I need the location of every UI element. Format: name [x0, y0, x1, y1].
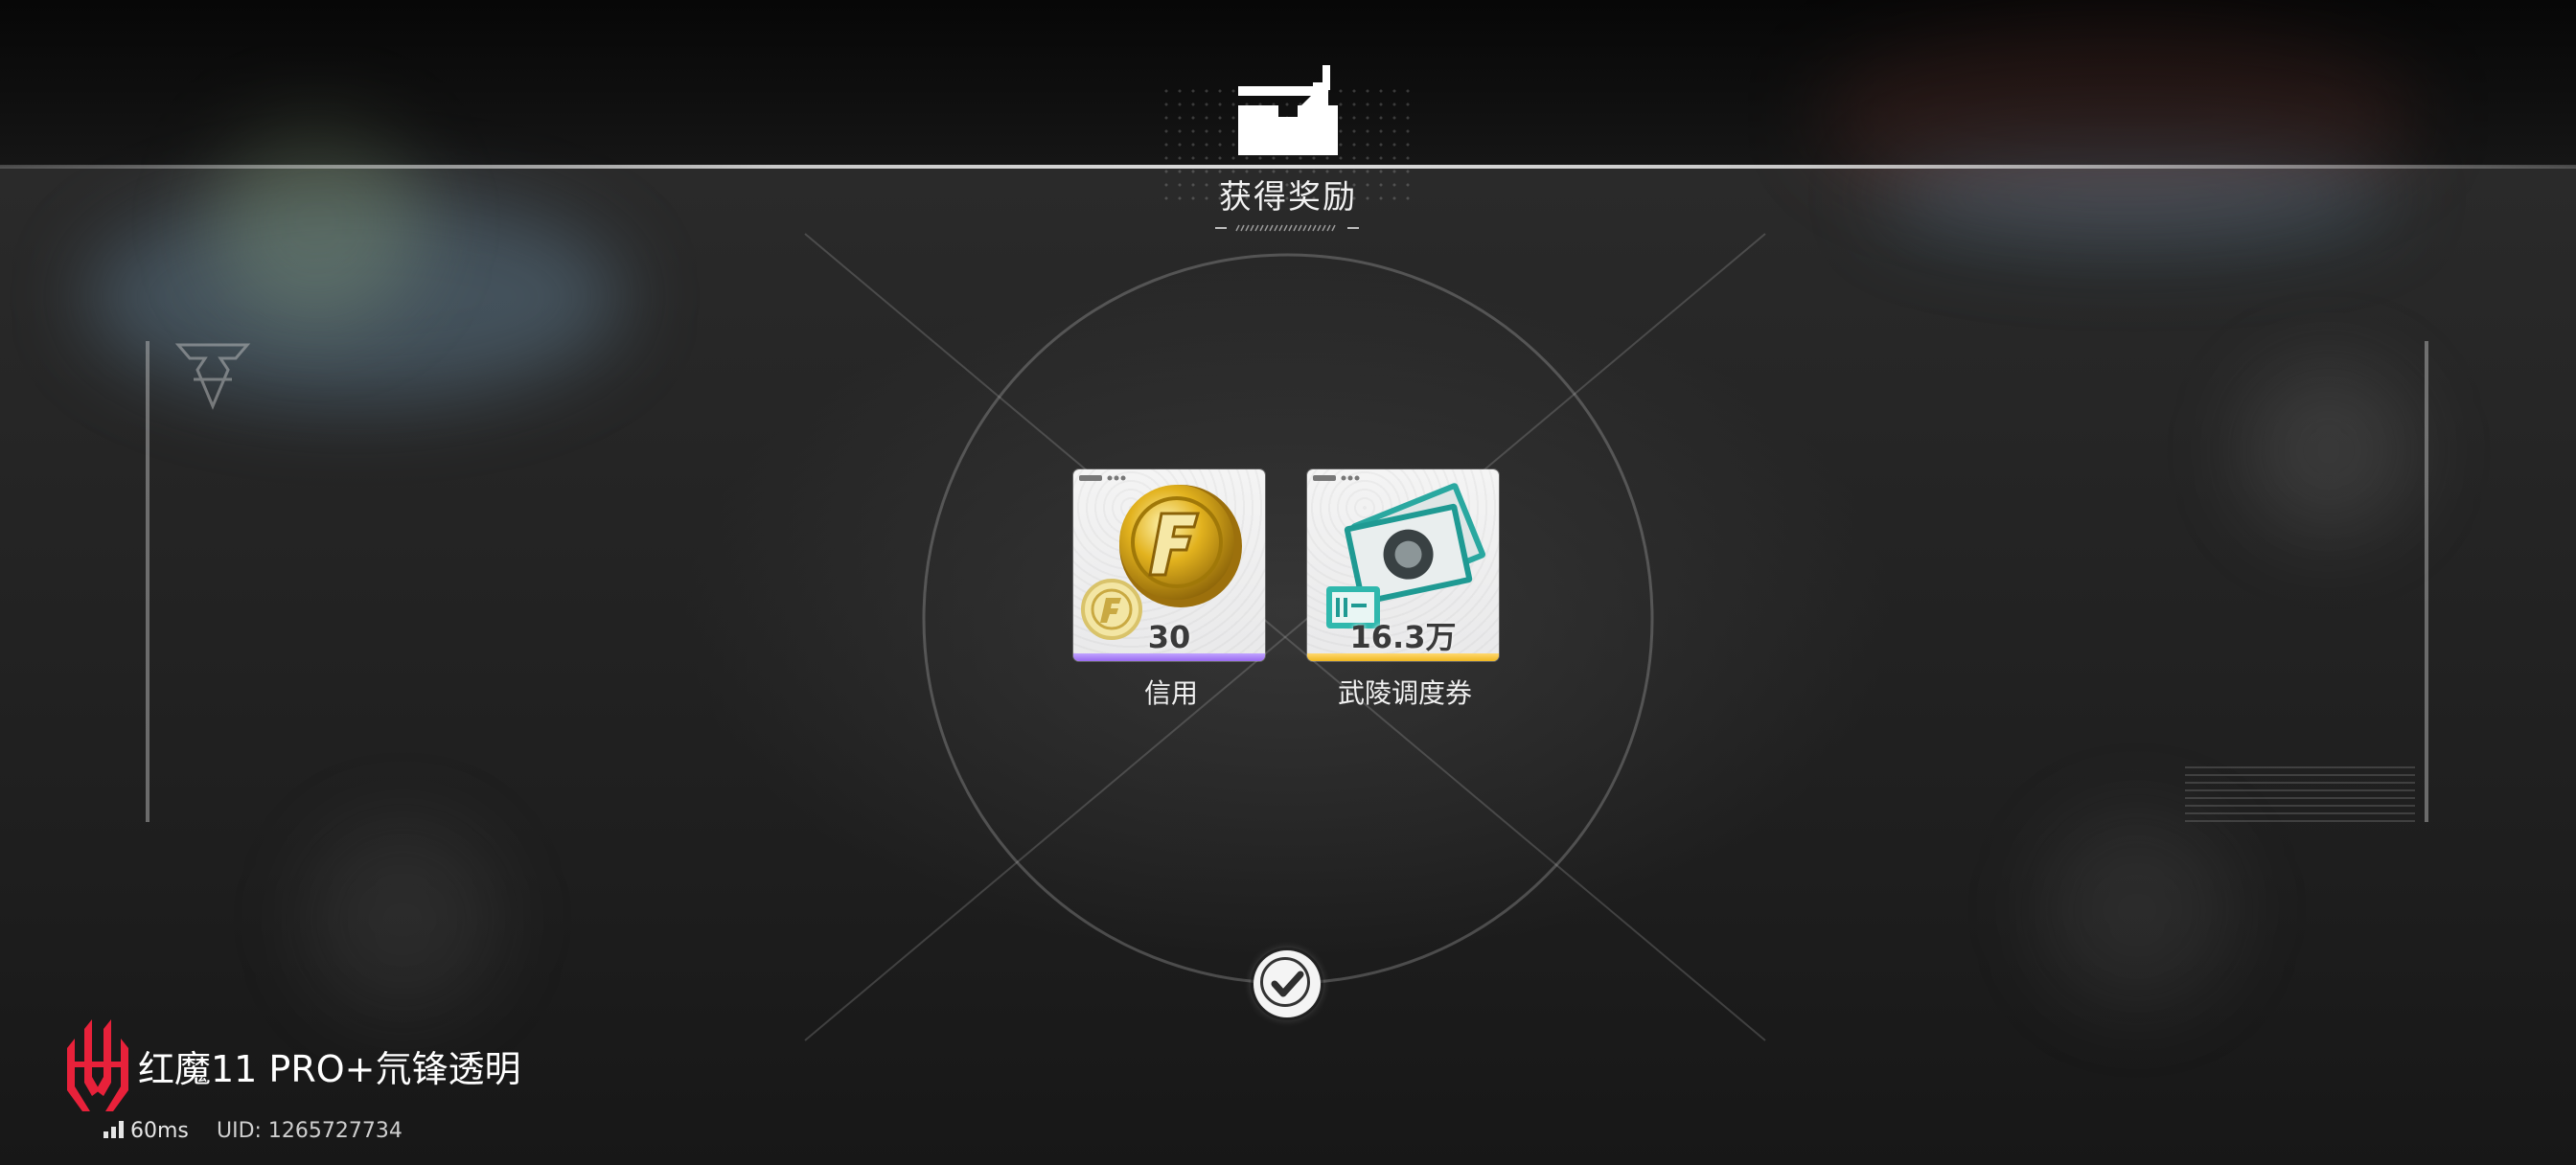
reward-item-credit[interactable]: 30 信用: [1073, 469, 1269, 711]
reward-item-wuling-ticket[interactable]: 16.3万 武陵调度券: [1307, 469, 1503, 711]
player-uid: UID: 1265727734: [217, 1119, 402, 1143]
reward-screen: 获得奖励 30 信用 16.3万 武陵调度券 红魔11 PRO+氘锋透明 60m…: [0, 0, 2576, 1165]
inbox-tray-icon: [1238, 65, 1338, 155]
rarity-bar: [1307, 653, 1499, 661]
reward-quantity: 16.3万: [1349, 619, 1457, 655]
red-magic-logo-icon: [67, 1019, 128, 1111]
reward-quantity: 30: [1147, 619, 1191, 655]
reward-name: 信用: [1143, 677, 1198, 709]
ping-value: 60ms: [130, 1119, 189, 1143]
reward-name: 武陵调度券: [1337, 677, 1472, 709]
dialog-title: 获得奖励: [1219, 178, 1357, 217]
check-icon: [1271, 971, 1304, 997]
signal-strength-icon: [104, 1121, 124, 1138]
device-brand-text: 红魔11 PRO+氘锋透明: [138, 1048, 521, 1090]
reward-card[interactable]: 16.3万: [1307, 469, 1499, 661]
title-underline-decoration: [1215, 224, 1359, 232]
confirm-button[interactable]: [1254, 950, 1321, 1017]
reward-card[interactable]: 30: [1073, 469, 1265, 661]
rarity-bar: [1073, 653, 1265, 661]
network-ping: 60ms: [104, 1117, 189, 1146]
